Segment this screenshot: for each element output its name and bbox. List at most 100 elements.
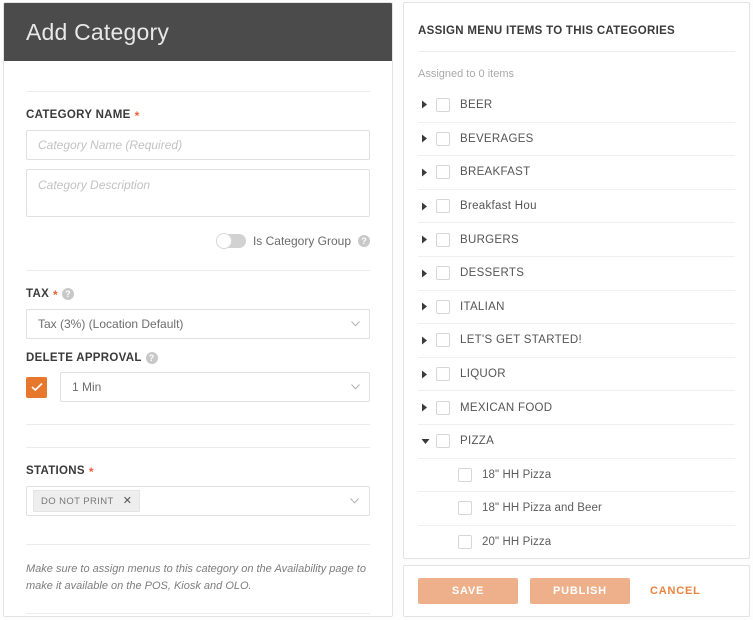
category-form-card: Add Category CATEGORY NAME * Is Category… xyxy=(3,2,393,617)
tree-item-label: 18" HH Pizza and Beer xyxy=(482,502,602,515)
tree-row[interactable]: MEXICAN FOOD xyxy=(418,390,735,424)
tree-item-checkbox[interactable] xyxy=(436,165,450,180)
tree-item-checkbox[interactable] xyxy=(436,333,450,348)
tree-item-checkbox[interactable] xyxy=(436,266,450,281)
tree-item-label: 18" HH Pizza xyxy=(482,468,552,481)
station-chip-label: DO NOT PRINT xyxy=(41,495,114,507)
chevron-right-icon[interactable] xyxy=(418,100,436,109)
required-asterisk: * xyxy=(88,465,94,479)
tree-item-checkbox[interactable] xyxy=(458,501,472,516)
tree-row[interactable]: PIZZA xyxy=(418,423,735,458)
tree-row[interactable]: 18" HH Pizza and Beer xyxy=(418,491,735,525)
tree-row[interactable]: BEER xyxy=(418,88,735,122)
tree-item-label: BURGERS xyxy=(460,233,519,246)
menu-item-tree: BEER BEVERAGES BREAKFAST Breakfast Hou BURGE… xyxy=(404,88,749,558)
tree-item-checkbox[interactable] xyxy=(436,434,450,449)
tree-item-checkbox[interactable] xyxy=(436,97,450,112)
availability-note: Make sure to assign menus to this catego… xyxy=(26,563,366,593)
tree-item-checkbox[interactable] xyxy=(458,467,472,482)
delete-approval-select-wrap: 1 Min xyxy=(60,372,370,402)
tax-label-text: TAX xyxy=(26,288,50,300)
tax-label: TAX * ? xyxy=(26,288,370,301)
tree-item-label: BREAKFAST xyxy=(460,166,531,179)
tree-item-checkbox[interactable] xyxy=(436,131,450,146)
is-category-group-toggle[interactable] xyxy=(215,233,246,249)
add-category-screen: Add Category CATEGORY NAME * Is Category… xyxy=(0,0,753,620)
delete-approval-select[interactable]: 1 Min xyxy=(60,372,370,402)
chevron-right-icon[interactable] xyxy=(418,202,436,211)
required-asterisk: * xyxy=(134,109,140,123)
help-icon[interactable]: ? xyxy=(145,352,158,364)
page-title: Add Category xyxy=(26,18,170,45)
tree-row[interactable]: LET'S GET STARTED! xyxy=(418,323,735,357)
tree-row[interactable]: Breakfast Hou xyxy=(418,188,735,223)
chevron-right-icon[interactable] xyxy=(418,168,436,177)
tree-item-checkbox[interactable] xyxy=(458,535,472,550)
delete-approval-row: 1 Min xyxy=(26,372,370,402)
tax-select[interactable]: Tax (3%) (Location Default) xyxy=(26,309,370,339)
tree-item-label: LIQUOR xyxy=(460,368,506,381)
stations-select[interactable]: DO NOT PRINT ✕ xyxy=(26,486,370,516)
delete-approval-label: DELETE APPROVAL ? xyxy=(26,352,370,364)
is-category-group-row: Is Category Group ? xyxy=(26,233,370,249)
is-category-group-label: Is Category Group xyxy=(252,234,351,248)
cancel-button[interactable]: CANCEL xyxy=(642,578,709,604)
chevron-down-icon xyxy=(350,498,359,504)
category-name-label: CATEGORY NAME * xyxy=(26,109,370,123)
tree-item-checkbox[interactable] xyxy=(436,400,450,415)
category-name-input[interactable] xyxy=(26,130,370,160)
station-chip: DO NOT PRINT ✕ xyxy=(33,490,141,512)
stations-label: STATIONS * xyxy=(26,465,370,479)
chevron-right-icon[interactable] xyxy=(418,370,436,379)
tree-item-checkbox[interactable] xyxy=(436,299,450,314)
tree-row[interactable]: BREAKFAST xyxy=(418,155,735,189)
tree-item-checkbox[interactable] xyxy=(436,232,450,247)
help-icon[interactable]: ? xyxy=(358,235,370,247)
tree-item-label: BEER xyxy=(460,98,493,111)
action-footer: SAVE PUBLISH CANCEL xyxy=(403,565,750,617)
chevron-right-icon[interactable] xyxy=(418,336,436,345)
top-spacer xyxy=(26,61,370,91)
assign-items-card: ASSIGN MENU ITEMS TO THIS CATEGORIES Ass… xyxy=(403,2,750,559)
chevron-right-icon[interactable] xyxy=(418,403,436,412)
close-icon[interactable]: ✕ xyxy=(123,495,133,507)
tree-item-label: ITALIAN xyxy=(460,300,505,313)
tree-item-checkbox[interactable] xyxy=(436,199,450,214)
tree-item-checkbox[interactable] xyxy=(436,367,450,382)
assign-items-title: ASSIGN MENU ITEMS TO THIS CATEGORIES xyxy=(418,25,676,37)
tree-row[interactable]: BURGERS xyxy=(418,222,735,256)
chevron-right-icon[interactable] xyxy=(418,134,436,143)
chevron-right-icon[interactable] xyxy=(418,269,436,278)
save-button[interactable]: SAVE xyxy=(418,578,518,604)
delete-approval-checkbox[interactable] xyxy=(26,376,47,398)
tree-row[interactable]: DESSERTS xyxy=(418,255,735,290)
tree-row[interactable]: ITALIAN xyxy=(418,289,735,324)
form-body: CATEGORY NAME * Is Category Group ? TAX … xyxy=(4,61,392,616)
category-description-input[interactable] xyxy=(26,169,370,217)
tree-item-label: Breakfast Hou xyxy=(460,200,537,213)
stations-label-text: STATIONS xyxy=(26,465,85,477)
assigned-count: Assigned to 0 items xyxy=(418,68,514,80)
tree-item-label: BEVERAGES xyxy=(460,132,534,145)
assign-items-panel: ASSIGN MENU ITEMS TO THIS CATEGORIES Ass… xyxy=(403,2,750,617)
tree-item-label: PIZZA xyxy=(460,435,495,448)
toggle-knob xyxy=(215,233,232,249)
tree-item-label: LET'S GET STARTED! xyxy=(460,334,582,347)
delete-approval-label-text: DELETE APPROVAL xyxy=(26,352,142,364)
help-icon[interactable]: ? xyxy=(62,288,75,300)
chevron-down-icon[interactable] xyxy=(418,438,436,445)
tree-row[interactable]: 20" HH Pizza xyxy=(418,524,735,558)
category-name-label-text: CATEGORY NAME xyxy=(26,109,131,121)
chevron-right-icon[interactable] xyxy=(418,302,436,311)
tree-item-label: 20" HH Pizza xyxy=(482,536,552,549)
divider xyxy=(26,613,370,615)
form-header: Add Category xyxy=(4,3,392,61)
tree-item-label: MEXICAN FOOD xyxy=(460,401,553,414)
tree-row[interactable]: 18" HH Pizza xyxy=(418,457,735,492)
tree-row[interactable]: BEVERAGES xyxy=(418,121,735,156)
tax-select-wrap: Tax (3%) (Location Default) xyxy=(26,309,370,339)
tree-item-label: DESSERTS xyxy=(460,267,525,280)
tree-row[interactable]: LIQUOR xyxy=(418,356,735,391)
chevron-right-icon[interactable] xyxy=(418,235,436,244)
publish-button[interactable]: PUBLISH xyxy=(530,578,630,604)
